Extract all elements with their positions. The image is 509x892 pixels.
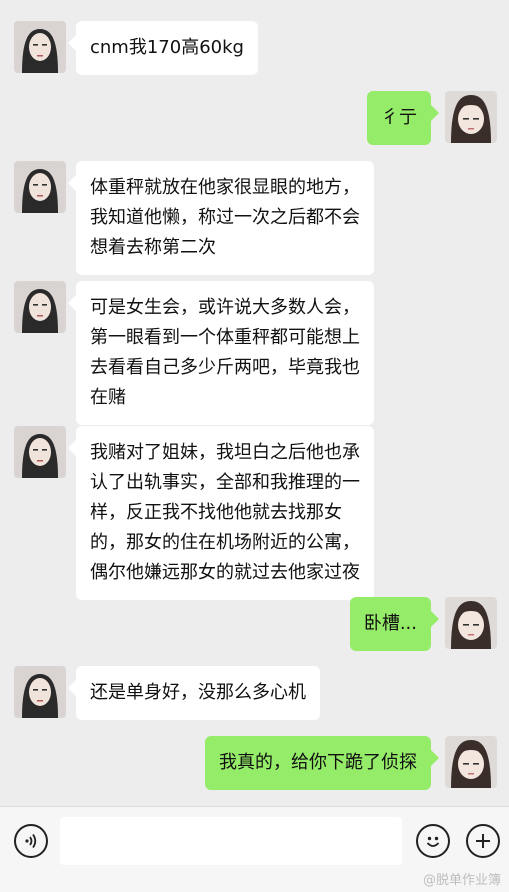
avatar-right[interactable] xyxy=(445,91,497,143)
message-bubble-left[interactable]: 可是女生会，或许说大多数人会， 第一眼看到一个体重秤都可能想上 去看看自己多少斤… xyxy=(68,281,374,425)
input-bar: @脱单作业簿 xyxy=(0,806,509,892)
avatar-left[interactable] xyxy=(14,281,66,333)
avatar-left[interactable] xyxy=(14,21,66,73)
message-bubble-right[interactable]: 卧槽... xyxy=(349,597,440,651)
message-bubble-left[interactable]: 体重秤就放在他家很显眼的地方， 我知道他懒，称过一次之后都不会 想着去称第二次 xyxy=(68,161,374,275)
voice-icon[interactable] xyxy=(14,824,48,858)
plus-icon[interactable] xyxy=(466,824,500,858)
message-bubble-left[interactable]: 还是单身好，没那么多心机 xyxy=(68,666,320,720)
message-bubble-left[interactable]: 我赌对了姐妹，我坦白之后他也承 认了出轨事实，全部和我推理的一 样，反正我不找他… xyxy=(68,426,374,600)
message-bubble-right[interactable]: 我真的，给你下跪了侦探 xyxy=(205,736,439,790)
watermark: @脱单作业簿 xyxy=(422,873,501,888)
message-bubble-left[interactable]: cnm我170高60kg xyxy=(68,21,258,75)
avatar-left[interactable] xyxy=(14,666,66,718)
avatar-left[interactable] xyxy=(14,426,66,478)
avatar-left[interactable] xyxy=(14,161,66,213)
message-bubble-right[interactable]: 彳亍 xyxy=(367,91,439,145)
chat-area: cnm我170高60kg 彳亍 体重秤就放在他家很显眼的地方， 我知道他懒，称过… xyxy=(0,0,509,806)
emoji-icon[interactable] xyxy=(416,824,450,858)
avatar-right[interactable] xyxy=(445,597,497,649)
message-input[interactable] xyxy=(60,817,402,865)
avatar-right[interactable] xyxy=(445,736,497,788)
